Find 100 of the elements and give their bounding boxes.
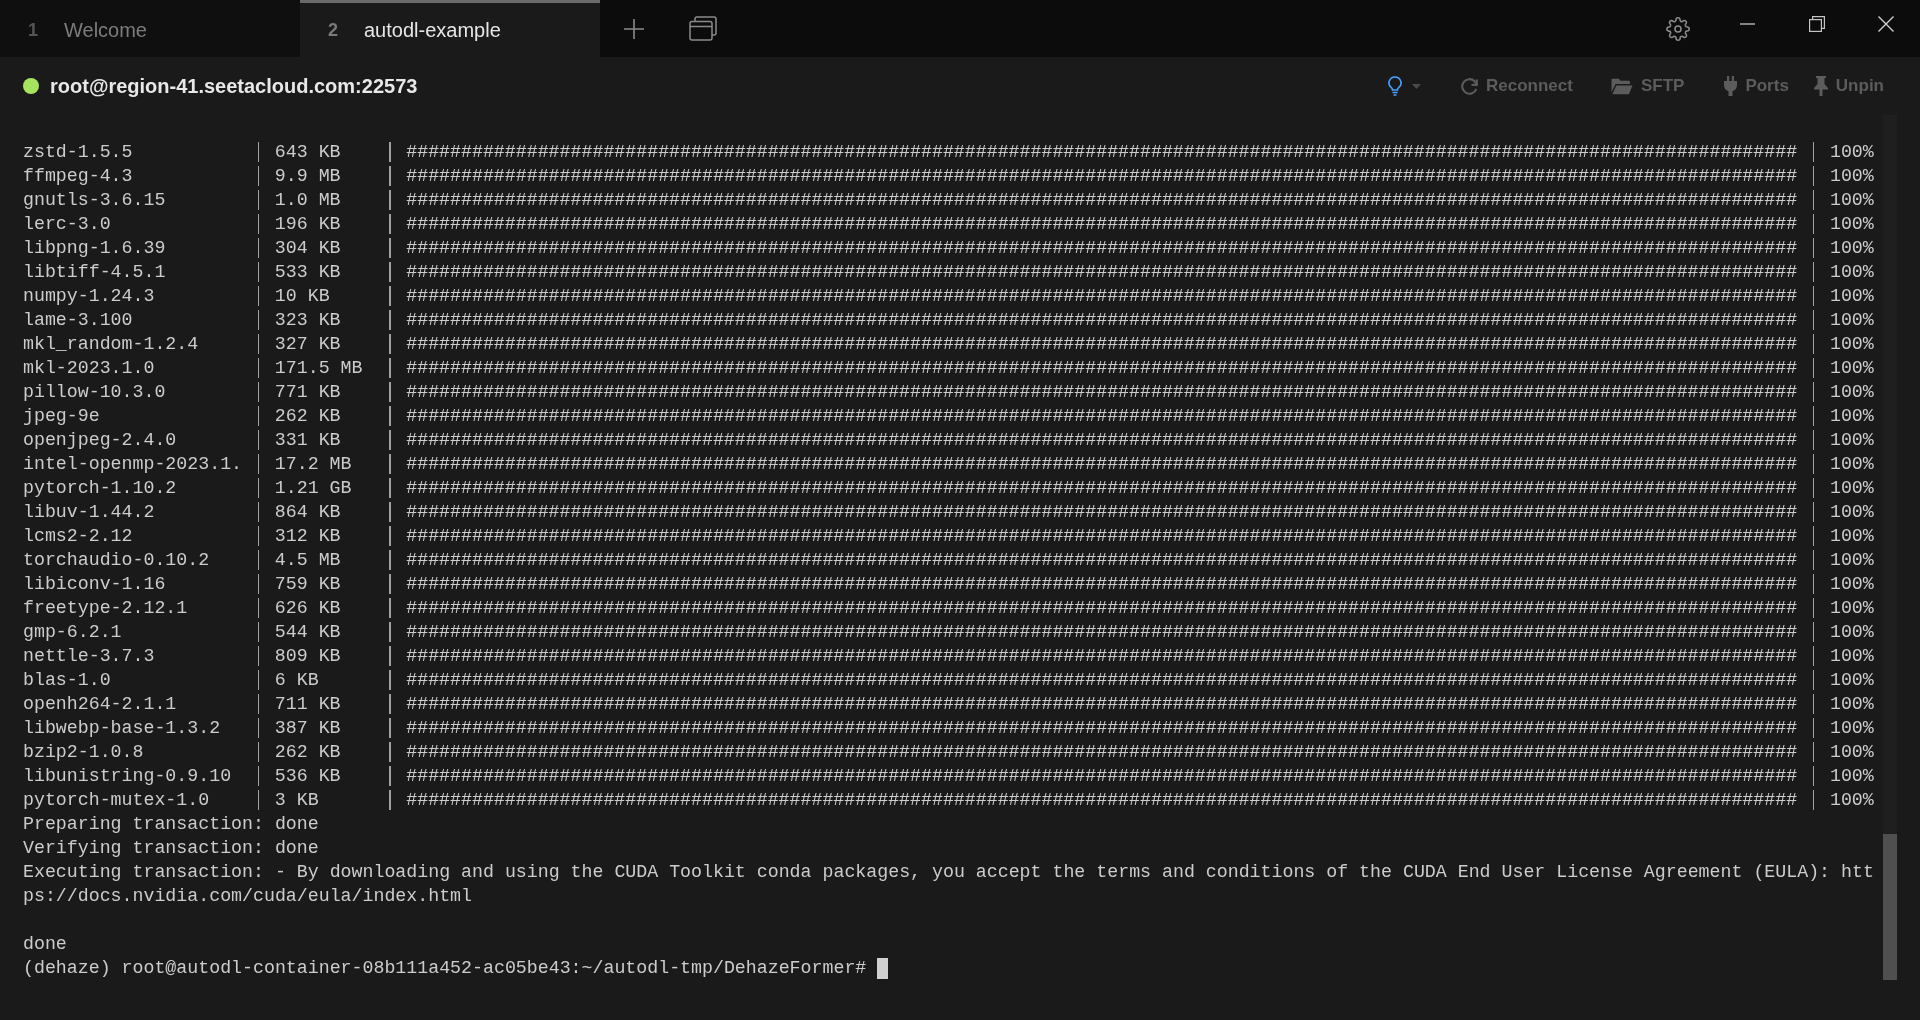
percent-text: 100% bbox=[1829, 238, 1874, 258]
package-name: lerc-3.0 bbox=[23, 214, 111, 234]
unpin-button[interactable]: Unpin bbox=[1813, 73, 1884, 99]
package-name: torchaudio-0.10.2 bbox=[23, 550, 210, 570]
restore-icon bbox=[1809, 16, 1825, 32]
hash-characters: ############################################################################################################################### bbox=[406, 670, 1798, 690]
percent-text: 100% bbox=[1829, 214, 1874, 234]
download-size: 536 KB bbox=[274, 766, 341, 786]
package-name: libpng-1.6.39 bbox=[23, 238, 166, 258]
lightbulb-icon bbox=[1387, 76, 1403, 96]
percent-text: 100% bbox=[1829, 598, 1874, 618]
hash-characters: ############################################################################################################################### bbox=[406, 334, 1798, 354]
close-icon bbox=[1878, 16, 1894, 32]
download-size: 262 KB bbox=[274, 406, 341, 426]
hash-characters: ############################################################################################################################### bbox=[406, 718, 1798, 738]
hash-characters: ############################################################################################################################### bbox=[406, 310, 1798, 330]
package-name: bzip2-1.0.8 bbox=[23, 742, 144, 762]
package-name: pillow-10.3.0 bbox=[23, 382, 166, 402]
hash-characters: ############################################################################################################################### bbox=[406, 478, 1798, 498]
package-name: lcms2-2.12 bbox=[23, 526, 133, 546]
stacked-windows-icon bbox=[689, 16, 717, 41]
download-size: 323 KB bbox=[274, 310, 341, 330]
package-name: numpy-1.24.3 bbox=[23, 286, 155, 306]
package-name: pytorch-mutex-1.0 bbox=[23, 790, 210, 810]
hash-characters: ############################################################################################################################### bbox=[406, 622, 1798, 642]
terminal-line: Verifying transaction: done bbox=[23, 838, 319, 858]
download-size: 387 KB bbox=[274, 718, 341, 738]
hash-characters: ############################################################################################################################### bbox=[406, 574, 1798, 594]
download-size: 4.5 MB bbox=[274, 550, 341, 570]
scrollbar-track[interactable] bbox=[1883, 115, 1897, 980]
percent-text: 100% bbox=[1829, 190, 1874, 210]
hash-characters: ############################################################################################################################### bbox=[406, 382, 1798, 402]
hash-characters: ############################################################################################################################### bbox=[406, 142, 1798, 162]
percent-text: 100% bbox=[1829, 286, 1874, 306]
ports-button[interactable]: Ports bbox=[1724, 73, 1789, 99]
percent-text: 100% bbox=[1829, 262, 1874, 282]
hash-characters: ############################################################################################################################### bbox=[406, 166, 1798, 186]
download-size: 3 KB bbox=[274, 790, 319, 810]
percent-text: 100% bbox=[1829, 334, 1874, 354]
package-name: libiconv-1.16 bbox=[23, 574, 166, 594]
hash-characters: ############################################################################################################################### bbox=[406, 790, 1798, 810]
percent-text: 100% bbox=[1829, 574, 1874, 594]
percent-text: 100% bbox=[1829, 142, 1874, 162]
caret-icon bbox=[1412, 83, 1421, 89]
hash-characters: ############################################################################################################################### bbox=[406, 238, 1798, 258]
download-size: 10 KB bbox=[274, 286, 330, 306]
percent-text: 100% bbox=[1829, 454, 1874, 474]
hash-characters: ############################################################################################################################### bbox=[406, 286, 1798, 306]
terminal-line: Preparing transaction: done bbox=[23, 814, 319, 834]
download-size: 312 KB bbox=[274, 526, 341, 546]
hash-characters: ############################################################################################################################### bbox=[406, 190, 1798, 210]
reconnect-button[interactable]: Reconnect bbox=[1461, 73, 1573, 99]
download-size: 9.9 MB bbox=[274, 166, 341, 186]
download-size: 6 KB bbox=[274, 670, 319, 690]
download-size: 864 KB bbox=[274, 502, 341, 522]
plus-icon bbox=[624, 18, 644, 39]
percent-text: 100% bbox=[1829, 550, 1874, 570]
download-size: 809 KB bbox=[274, 646, 341, 666]
package-name: mkl-2023.1.0 bbox=[23, 358, 155, 378]
download-size: 304 KB bbox=[274, 238, 341, 258]
download-size: 1.21 GB bbox=[274, 478, 352, 498]
hash-characters: ############################################################################################################################### bbox=[406, 358, 1798, 378]
terminal-line: ps://docs.nvidia.com/cuda/eula/index.html bbox=[23, 886, 473, 906]
download-size: 327 KB bbox=[274, 334, 341, 354]
percent-text: 100% bbox=[1829, 526, 1874, 546]
percent-text: 100% bbox=[1829, 166, 1874, 186]
package-name: ffmpeg-4.3 bbox=[23, 166, 133, 186]
download-size: 711 KB bbox=[274, 694, 341, 714]
host-address: root@region-41.seetacloud.com:22573 bbox=[50, 74, 418, 99]
package-name: nettle-3.7.3 bbox=[23, 646, 155, 666]
percent-text: 100% bbox=[1829, 718, 1874, 738]
lightbulb-dropdown-button[interactable] bbox=[1387, 76, 1421, 96]
percent-text: 100% bbox=[1829, 502, 1874, 522]
package-name: intel-openmp-2023.1. bbox=[23, 454, 243, 474]
hash-characters: ############################################################################################################################### bbox=[406, 694, 1798, 714]
download-size: 196 KB bbox=[274, 214, 341, 234]
tab[interactable]: 2 autodl-example bbox=[300, 0, 600, 57]
hash-characters: ############################################################################################################################### bbox=[406, 502, 1798, 522]
minimize-icon bbox=[1739, 23, 1755, 25]
download-size: 171.5 MB bbox=[274, 358, 363, 378]
scrollbar-thumb[interactable] bbox=[1883, 834, 1897, 980]
download-size: 759 KB bbox=[274, 574, 341, 594]
percent-text: 100% bbox=[1829, 646, 1874, 666]
settings-icon bbox=[1666, 16, 1690, 41]
hash-characters: ############################################################################################################################### bbox=[406, 454, 1798, 474]
hash-characters: ############################################################################################################################### bbox=[406, 262, 1798, 282]
package-name: libuv-1.44.2 bbox=[23, 502, 155, 522]
download-size: 771 KB bbox=[274, 382, 341, 402]
sftp-button[interactable]: SFTP bbox=[1610, 73, 1685, 99]
refresh-icon bbox=[1461, 77, 1478, 95]
package-name: gmp-6.2.1 bbox=[23, 622, 122, 642]
download-size: 533 KB bbox=[274, 262, 341, 282]
hash-characters: ############################################################################################################################### bbox=[406, 742, 1798, 762]
download-size: 626 KB bbox=[274, 598, 341, 618]
percent-text: 100% bbox=[1829, 310, 1874, 330]
percent-text: 100% bbox=[1829, 358, 1874, 378]
hash-characters: ############################################################################################################################### bbox=[406, 406, 1798, 426]
hash-characters: ############################################################################################################################### bbox=[406, 598, 1798, 618]
hash-characters: ############################################################################################################################### bbox=[406, 766, 1798, 786]
plug-icon bbox=[1724, 76, 1738, 96]
